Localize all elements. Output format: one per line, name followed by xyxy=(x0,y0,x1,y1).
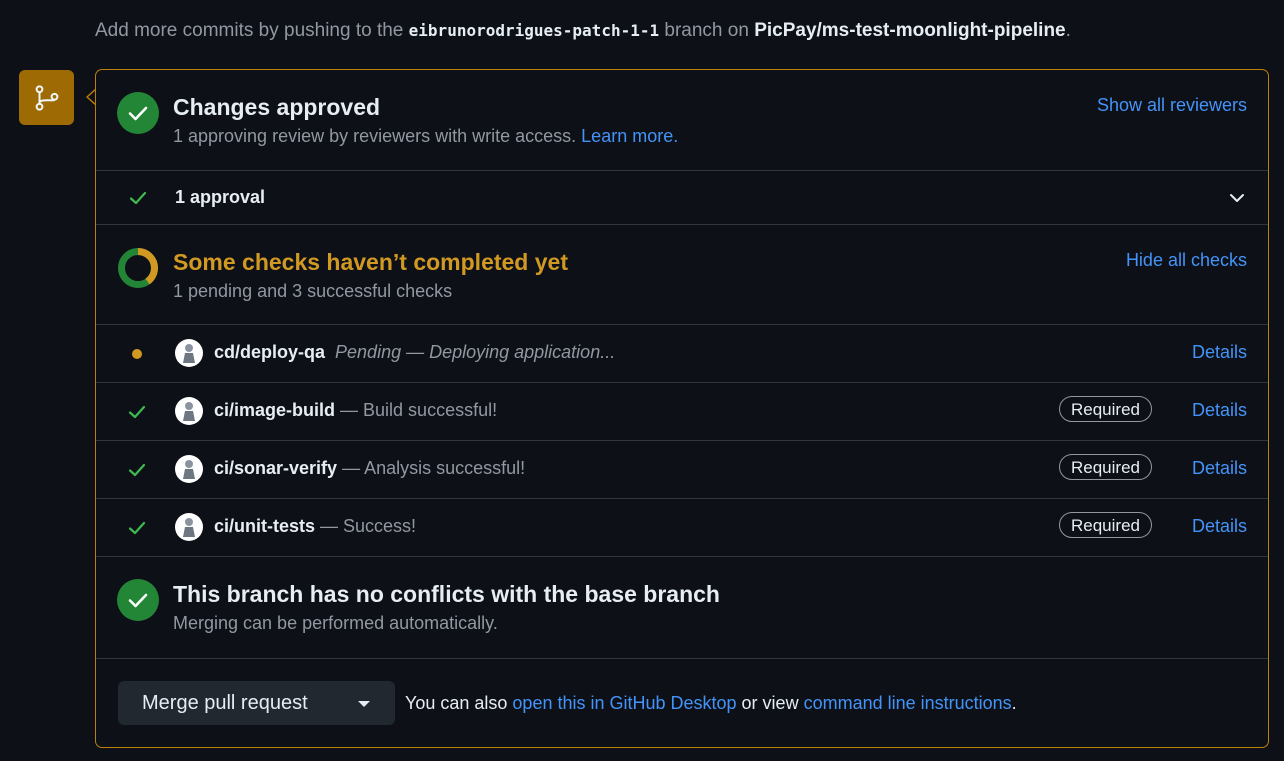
check-icon xyxy=(129,191,147,205)
avatar xyxy=(175,455,203,483)
show-all-reviewers-link[interactable]: Show all reviewers xyxy=(1097,95,1247,116)
approval-section: Changes approved 1 approving review by r… xyxy=(96,70,1268,171)
details-link[interactable]: Details xyxy=(1192,458,1247,479)
check-circle-icon xyxy=(117,92,159,134)
merge-pull-request-button[interactable]: Merge pull request xyxy=(118,681,395,725)
check-description: Pending — Deploying application... xyxy=(335,342,616,362)
branch-name: eibrunorodrigues-patch-1-1 xyxy=(408,21,660,40)
check-description: — Success! xyxy=(315,516,417,536)
command-line-instructions-link[interactable]: command line instructions xyxy=(804,693,1012,713)
pending-progress-icon xyxy=(117,247,159,289)
merge-status-panel: Changes approved 1 approving review by r… xyxy=(95,69,1269,748)
check-name: ci/image-build xyxy=(214,400,336,420)
details-link[interactable]: Details xyxy=(1192,342,1247,363)
check-name: ci/sonar-verify xyxy=(214,458,338,478)
checks-subtitle: 1 pending and 3 successful checks xyxy=(173,281,453,301)
check-icon xyxy=(128,521,146,535)
approvals-toggle[interactable]: 1 approval xyxy=(96,171,1268,225)
checks-section: Some checks haven’t completed yet 1 pend… xyxy=(96,225,1268,325)
approval-count: 1 approval xyxy=(175,187,266,207)
check-description: — Build successful! xyxy=(335,400,498,420)
repo-name: PicPay/ms-test-moonlight-pipeline xyxy=(754,20,1066,41)
check-icon xyxy=(128,405,146,419)
checks-title: Some checks haven’t completed yet xyxy=(173,249,568,275)
merge-alternatives: You can also open this in GitHub Desktop… xyxy=(405,693,1017,713)
check-icon xyxy=(128,463,146,477)
check-name: cd/deploy-qa xyxy=(214,342,326,362)
avatar xyxy=(175,397,203,425)
github-desktop-link[interactable]: open this in GitHub Desktop xyxy=(512,693,736,713)
chevron-down-icon[interactable] xyxy=(1228,189,1246,207)
check-row: ci/sonar-verify — Analysis successful! R… xyxy=(96,441,1268,499)
required-badge: Required xyxy=(1059,396,1152,422)
approval-title: Changes approved xyxy=(173,94,381,120)
git-branch-icon xyxy=(19,70,74,125)
details-link[interactable]: Details xyxy=(1192,400,1247,421)
check-row: ci/unit-tests — Success! Required Detail… xyxy=(96,499,1268,557)
check-row: ci/image-build — Build successful! Requi… xyxy=(96,383,1268,441)
avatar xyxy=(175,339,203,367)
details-link[interactable]: Details xyxy=(1192,516,1247,537)
hide-all-checks-link[interactable]: Hide all checks xyxy=(1126,250,1247,271)
approval-subtitle: 1 approving review by reviewers with wri… xyxy=(173,126,679,146)
check-name: ci/unit-tests xyxy=(214,516,316,536)
conflicts-title: This branch has no conflicts with the ba… xyxy=(173,581,720,607)
push-instructions: Add more commits by pushing to the eibru… xyxy=(95,20,1071,41)
conflicts-section: This branch has no conflicts with the ba… xyxy=(96,557,1268,659)
avatar xyxy=(175,513,203,541)
check-circle-icon xyxy=(117,579,159,621)
required-badge: Required xyxy=(1059,512,1152,538)
learn-more-link[interactable]: Learn more. xyxy=(581,126,678,146)
required-badge: Required xyxy=(1059,454,1152,480)
conflicts-subtitle: Merging can be performed automatically. xyxy=(173,613,498,633)
caret-down-icon[interactable] xyxy=(358,701,370,707)
pending-dot-icon xyxy=(132,349,142,359)
check-description: — Analysis successful! xyxy=(337,458,526,478)
check-row: cd/deploy-qa Pending — Deploying applica… xyxy=(96,325,1268,383)
